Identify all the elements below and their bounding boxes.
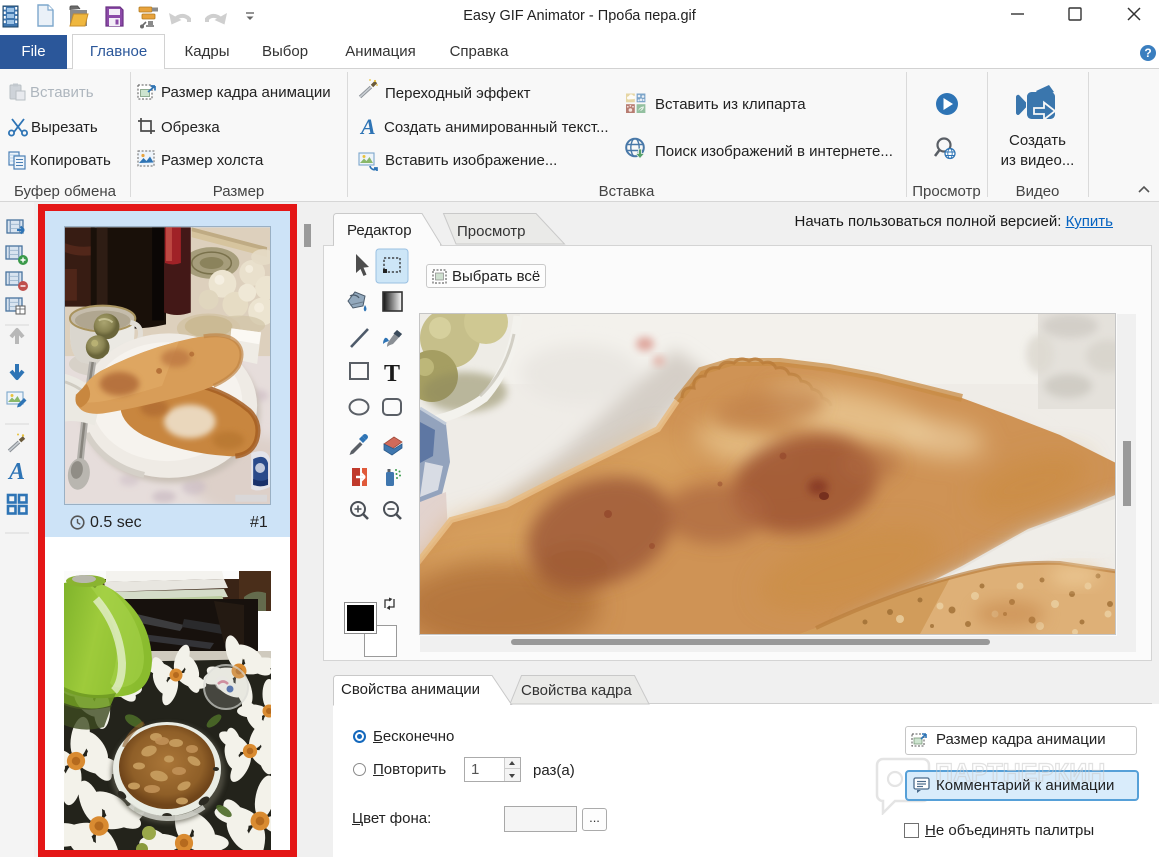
svg-text:T: T <box>384 361 400 387</box>
svg-text:A: A <box>359 114 376 139</box>
svg-text:A: A <box>7 459 25 485</box>
